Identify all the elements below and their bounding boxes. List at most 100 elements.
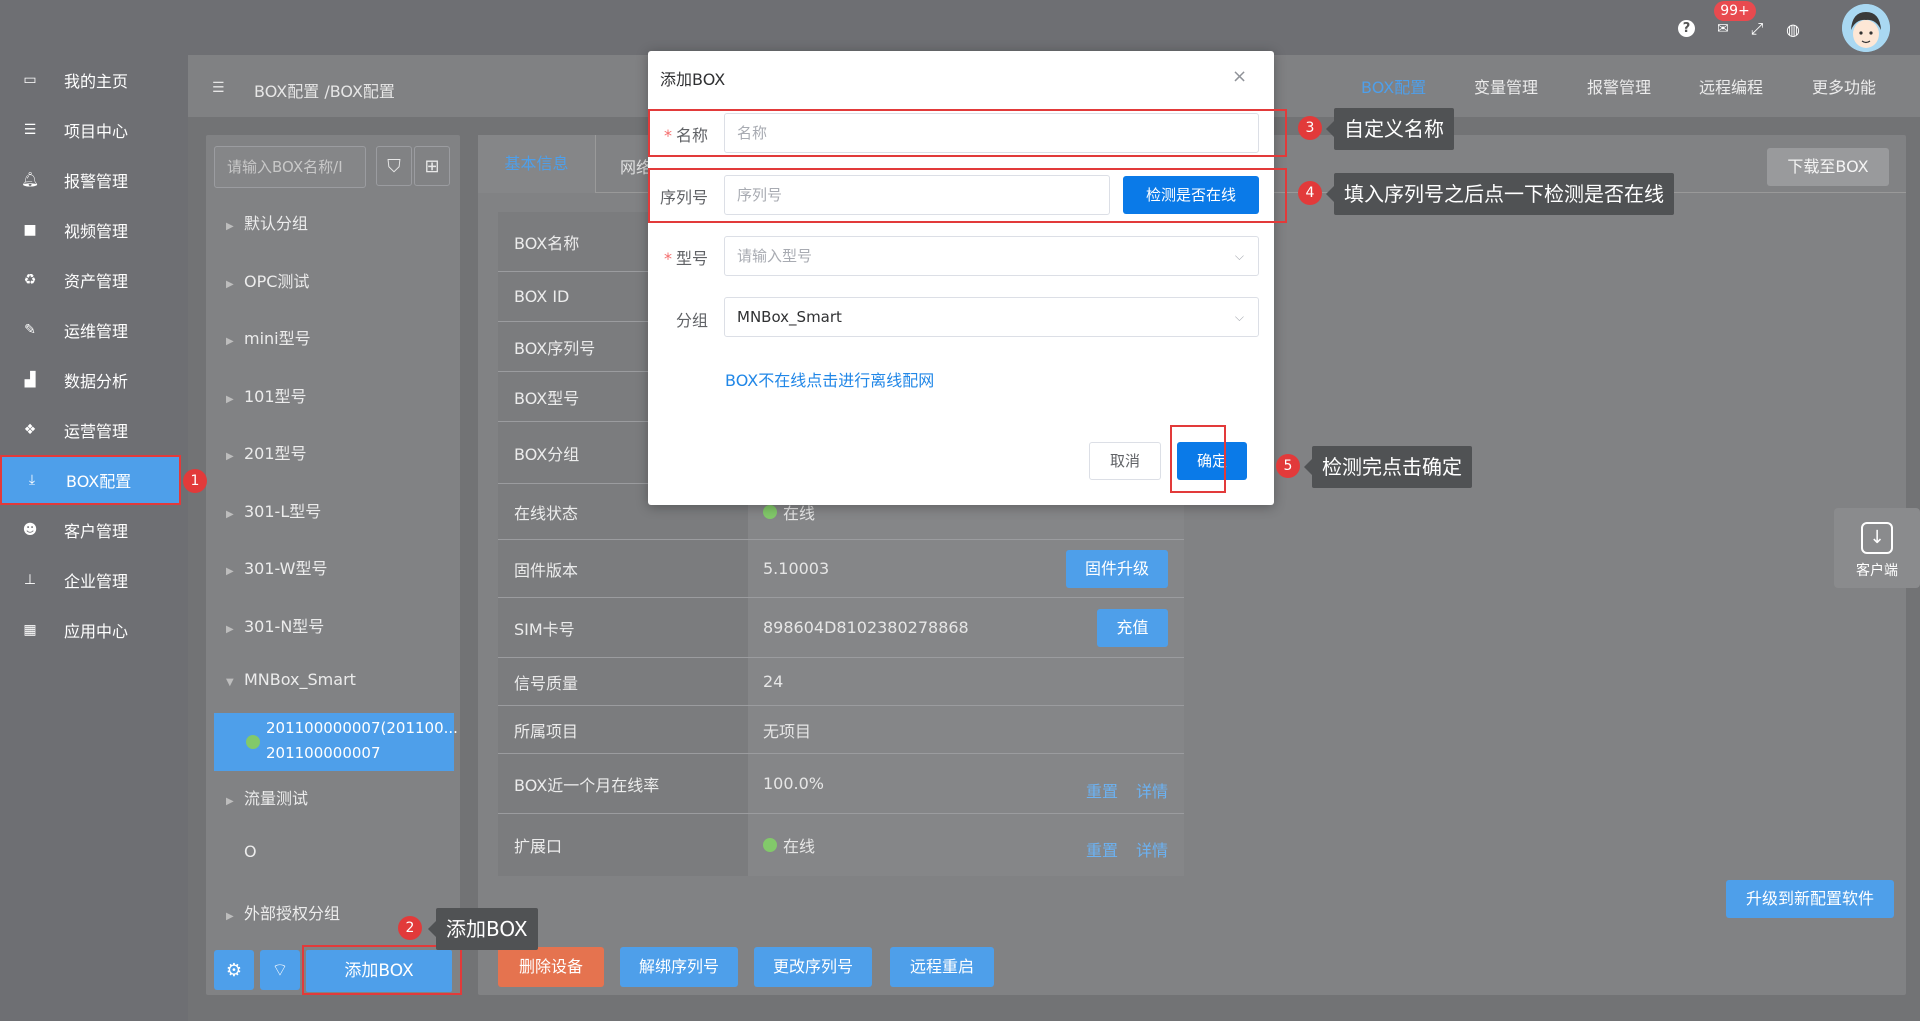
- sitemap-icon: ⊥: [23, 572, 37, 588]
- annotation-number: 4: [1298, 181, 1322, 205]
- reset-link[interactable]: 重置: [1086, 837, 1118, 861]
- tree-group[interactable]: ▶ 外部授权分组: [226, 900, 340, 924]
- tree-node-title: 201100000007(201100...: [266, 719, 458, 737]
- sidebar-item-customers[interactable]: ☻ 客户管理: [0, 505, 188, 555]
- annotation-box-serial: [648, 168, 1287, 223]
- detail-link[interactable]: 详情: [1136, 837, 1168, 861]
- fullscreen-icon[interactable]: ⤢: [1748, 19, 1766, 38]
- tree-group[interactable]: O: [226, 842, 257, 861]
- wifi-off-icon: ⌔: [271, 959, 289, 981]
- search-input[interactable]: 请输入BOX名称/I: [214, 146, 366, 188]
- tree-group[interactable]: ▶ 301-N型号: [226, 613, 324, 637]
- recharge-button[interactable]: 充值: [1097, 609, 1168, 647]
- annotation-number: 3: [1298, 116, 1322, 140]
- firmware-upgrade-button[interactable]: 固件升级: [1066, 550, 1168, 588]
- download-icon: ↓: [1861, 522, 1893, 554]
- sidebar: ▭ 我的主页 ☰ 项目中心 🔔︎ 报警管理 ■ 视频管理 ♻ 资产管理 ✎ 运维管理 ▟ 数据…: [0, 55, 188, 1021]
- sidebar-item-label: 项目中心: [64, 122, 129, 141]
- sidebar-item-analytics[interactable]: ▟ 数据分析: [0, 355, 188, 405]
- tree-node-selected[interactable]: 201100000007(201100... 201100000007: [214, 713, 458, 771]
- sidebar-item-assets[interactable]: ♻ 资产管理: [0, 255, 188, 305]
- sidebar-item-alarms[interactable]: 🔔︎ 报警管理: [0, 155, 188, 205]
- header-tab-remote-programming[interactable]: 远程编程: [1699, 74, 1763, 98]
- sidebar-item-operations[interactable]: ❖ 运营管理: [0, 405, 188, 455]
- model-select[interactable]: 请输入型号 ⌵: [724, 236, 1259, 276]
- chevron-down-icon: ⌵: [1234, 249, 1244, 263]
- upgrade-software-button[interactable]: 升级到新配置软件: [1726, 880, 1894, 918]
- annotation-box-add: [302, 945, 462, 995]
- caret-right-icon: ▶: [226, 221, 234, 232]
- sidebar-item-label: 企业管理: [64, 572, 129, 591]
- tree-group-expanded[interactable]: ▼ MNBox_Smart: [226, 670, 356, 689]
- annotation-box-confirm: [1170, 425, 1226, 493]
- grid-icon: ▦: [23, 622, 37, 638]
- download-icon: ⤓: [28, 472, 36, 488]
- avatar[interactable]: [1842, 4, 1890, 52]
- add-folder-icon[interactable]: ⊞: [414, 146, 450, 186]
- cancel-button[interactable]: 取消: [1089, 442, 1161, 480]
- chevron-down-icon: ⌵: [1234, 310, 1244, 324]
- sidebar-item-label: 运维管理: [64, 322, 129, 341]
- sidebar-item-label: 我的主页: [64, 72, 129, 91]
- collapse-menu-icon[interactable]: ☰: [212, 80, 225, 96]
- delete-device-button[interactable]: 删除设备: [498, 947, 604, 987]
- table-row: SIM卡号 898604D8102380278868: [498, 598, 1184, 658]
- remote-restart-button[interactable]: 远程重启: [890, 947, 994, 987]
- online-status-dot: [763, 838, 777, 852]
- caret-right-icon: ▶: [226, 394, 234, 405]
- client-download-widget[interactable]: ↓ 客户端: [1834, 508, 1920, 588]
- caret-right-icon: ▶: [226, 509, 234, 520]
- model-label: * 型号: [663, 249, 708, 268]
- caret-right-icon: ▶: [226, 279, 234, 290]
- globe-icon[interactable]: ◍: [1784, 20, 1802, 39]
- table-row: 信号质量 24: [498, 658, 1184, 706]
- unbind-serial-button[interactable]: 解绑序列号: [620, 947, 738, 987]
- header-tab-more[interactable]: 更多功能: [1812, 74, 1876, 98]
- mail-icon[interactable]: ✉: [1714, 20, 1732, 38]
- tree-group[interactable]: ▶ 201型号: [226, 440, 307, 464]
- expansion-status: 在线: [763, 814, 815, 876]
- tree-group[interactable]: ▶ OPC测试: [226, 268, 309, 292]
- sidebar-item-box-config[interactable]: ⤓ BOX配置: [0, 455, 181, 505]
- sidebar-item-maintenance[interactable]: ✎ 运维管理: [0, 305, 188, 355]
- group-select[interactable]: MNBox_Smart ⌵: [724, 297, 1259, 337]
- sidebar-item-apps[interactable]: ▦ 应用中心: [0, 605, 188, 655]
- sidebar-item-enterprise[interactable]: ⊥ 企业管理: [0, 555, 188, 605]
- tree-group[interactable]: ▶ mini型号: [226, 325, 311, 349]
- tree-group[interactable]: ▶ 默认分组: [226, 210, 308, 234]
- tree-group[interactable]: ▶ 101型号: [226, 383, 307, 407]
- header-tab-variables[interactable]: 变量管理: [1474, 74, 1538, 98]
- annotation-tooltip: 添加BOX: [428, 908, 538, 950]
- caret-right-icon: ▶: [226, 796, 234, 807]
- tab-basic-info[interactable]: 基本信息: [478, 135, 596, 193]
- sim-number: 898604D8102380278868: [763, 618, 969, 637]
- help-icon[interactable]: ?: [1678, 20, 1695, 37]
- gear-icon: ⚙: [225, 959, 243, 981]
- sidebar-item-video[interactable]: ■ 视频管理: [0, 205, 188, 255]
- tree-group[interactable]: ▶ 301-L型号: [226, 498, 321, 522]
- wrench-icon: ✎: [24, 322, 36, 338]
- change-serial-button[interactable]: 更改序列号: [754, 947, 872, 987]
- sidebar-item-label: 视频管理: [64, 222, 129, 241]
- table-row: BOX近一个月在线率 100.0%: [498, 754, 1184, 814]
- breadcrumb: BOX配置 /BOX配置: [254, 82, 395, 101]
- sidebar-item-label: 客户管理: [64, 522, 129, 541]
- close-icon[interactable]: ×: [1232, 66, 1247, 87]
- offline-wifi-button[interactable]: ⌔: [260, 950, 300, 990]
- reset-link[interactable]: 重置: [1086, 778, 1118, 802]
- caret-right-icon: ▶: [226, 566, 234, 577]
- filter-icon[interactable]: ⛉: [376, 146, 412, 186]
- header-tab-box-config[interactable]: BOX配置: [1361, 74, 1426, 98]
- offline-config-link[interactable]: BOX不在线点击进行离线配网: [725, 367, 934, 391]
- download-to-box-button[interactable]: 下载至BOX: [1767, 148, 1889, 186]
- sidebar-item-projects[interactable]: ☰ 项目中心: [0, 105, 188, 155]
- sidebar-item-home[interactable]: ▭ 我的主页: [0, 55, 188, 105]
- tree-group[interactable]: ▶ 301-W型号: [226, 555, 328, 579]
- tree-group[interactable]: ▶ 流量测试: [226, 785, 308, 809]
- online-status-dot: [763, 504, 777, 519]
- header-tab-alarms[interactable]: 报警管理: [1587, 74, 1651, 98]
- settings-button[interactable]: ⚙: [214, 950, 254, 990]
- annotation-tooltip: 检测完点击确定: [1304, 446, 1472, 488]
- detail-link[interactable]: 详情: [1136, 778, 1168, 802]
- online-rate: 100.0%: [763, 774, 825, 793]
